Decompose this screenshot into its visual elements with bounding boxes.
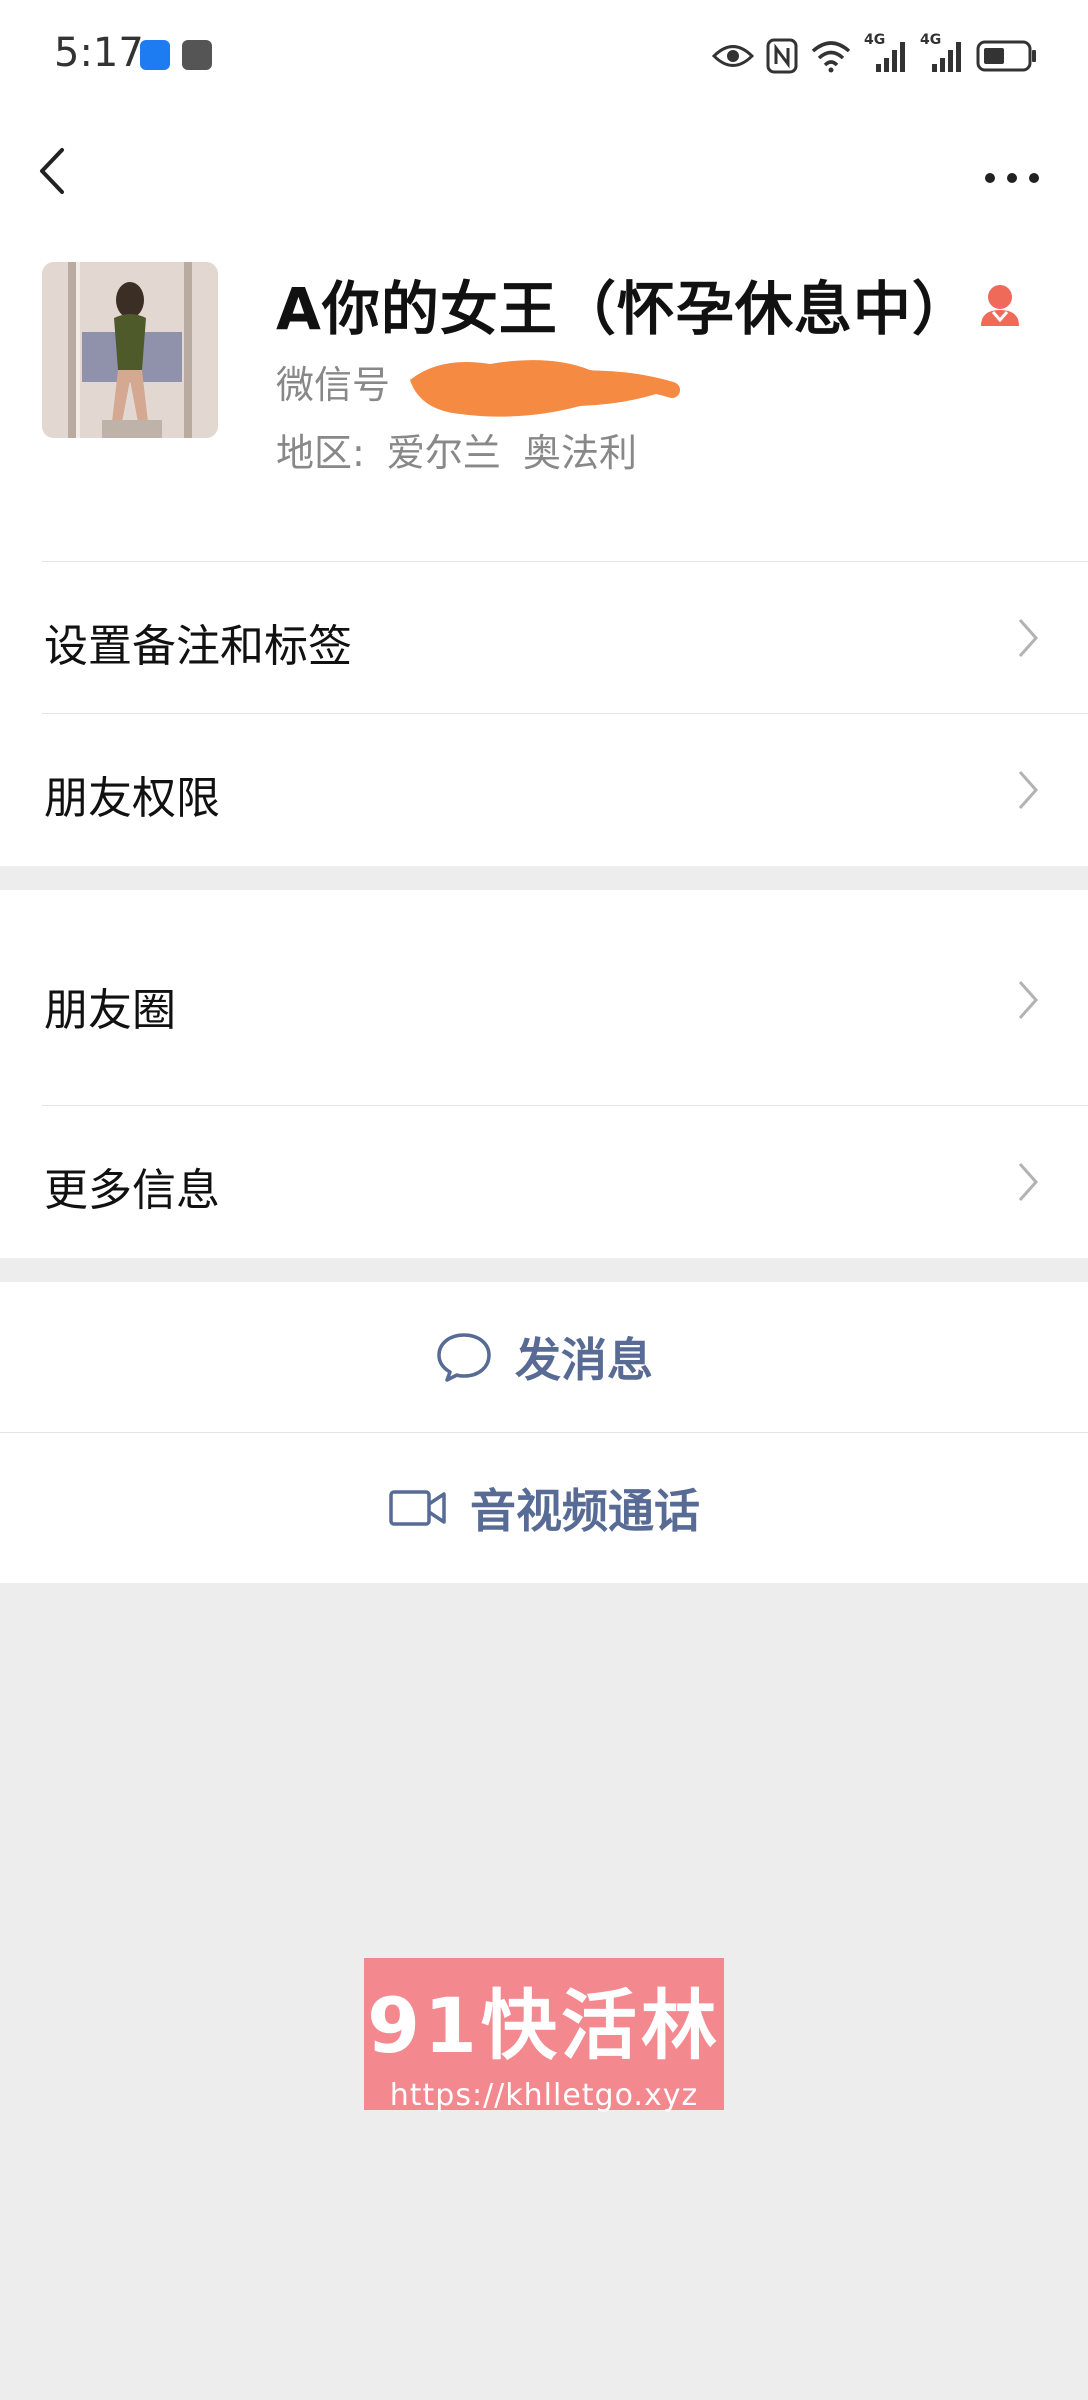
watermark-url: https://khlletgo.xyz <box>389 2078 699 2113</box>
friend-permissions-cell[interactable]: 朋友权限 <box>0 714 1088 866</box>
video-camera-icon <box>389 1490 446 1526</box>
wechat-id-row: 微信号 <box>276 354 390 409</box>
contact-profile-screen: 5:17 4G 4G A你的女王（怀孕休息中） 微信号 地区: 爱尔兰 奥法利 … <box>0 0 1088 2400</box>
avatar[interactable] <box>42 262 218 438</box>
contact-name: A你的女王（怀孕休息中） <box>276 275 971 343</box>
top-nav-bar <box>0 112 1088 252</box>
name-row: A你的女王（怀孕休息中） <box>276 268 1021 343</box>
av-call-button[interactable]: 音视频通话 <box>0 1433 1088 1583</box>
chevron-left-icon[interactable] <box>32 128 102 208</box>
redaction-scribble <box>410 360 680 417</box>
chevron-right-icon <box>1018 1163 1039 1201</box>
remarks-tags-cell[interactable]: 设置备注和标签 <box>0 562 1088 714</box>
region-row: 地区: 爱尔兰 奥法利 <box>276 422 647 477</box>
moments-label: 朋友圈 <box>44 985 176 1036</box>
watermark-title: 91快活林 <box>367 1981 721 2070</box>
huawei-app-icon <box>182 40 212 70</box>
eye-icon <box>712 45 754 67</box>
chevron-right-icon <box>1018 771 1039 809</box>
status-icons: 4G 4G <box>712 32 1038 78</box>
chevron-right-icon <box>1018 981 1039 1019</box>
send-message-label: 发消息 <box>515 1333 653 1387</box>
signal-icon: 4G <box>864 32 908 76</box>
more-dots-icon[interactable] <box>976 134 1048 198</box>
chevron-right-icon <box>1018 619 1039 657</box>
profile-header: A你的女王（怀孕休息中） 微信号 地区: 爱尔兰 奥法利 <box>0 252 1088 562</box>
more-info-cell[interactable]: 更多信息 <box>0 1106 1088 1258</box>
nfc-icon <box>766 38 798 74</box>
friend-permissions-label: 朋友权限 <box>44 773 220 824</box>
chat-bubble-icon <box>437 1333 491 1382</box>
status-bar: 5:17 4G 4G <box>0 0 1088 112</box>
wifi-icon <box>811 41 851 73</box>
send-message-button[interactable]: 发消息 <box>0 1282 1088 1432</box>
female-user-icon <box>980 285 1019 326</box>
signal-icon: 4G <box>920 32 964 76</box>
shield-app-icon <box>140 40 170 70</box>
wechat-id-label: 微信号 <box>276 363 391 407</box>
battery-icon <box>976 40 1036 72</box>
watermark-banner: 91快活林 https://khlletgo.xyz <box>364 1958 724 2113</box>
avatar-photo <box>42 262 218 438</box>
status-time: 5:17 <box>54 30 144 76</box>
region-country: 爱尔兰 <box>386 431 501 475</box>
remarks-tags-label: 设置备注和标签 <box>44 621 352 672</box>
moments-cell[interactable]: 朋友圈 <box>0 890 1088 1106</box>
more-info-label: 更多信息 <box>44 1165 220 1216</box>
region-city: 奥法利 <box>523 431 638 475</box>
region-label: 地区: <box>276 431 365 475</box>
av-call-label: 音视频通话 <box>470 1484 700 1538</box>
